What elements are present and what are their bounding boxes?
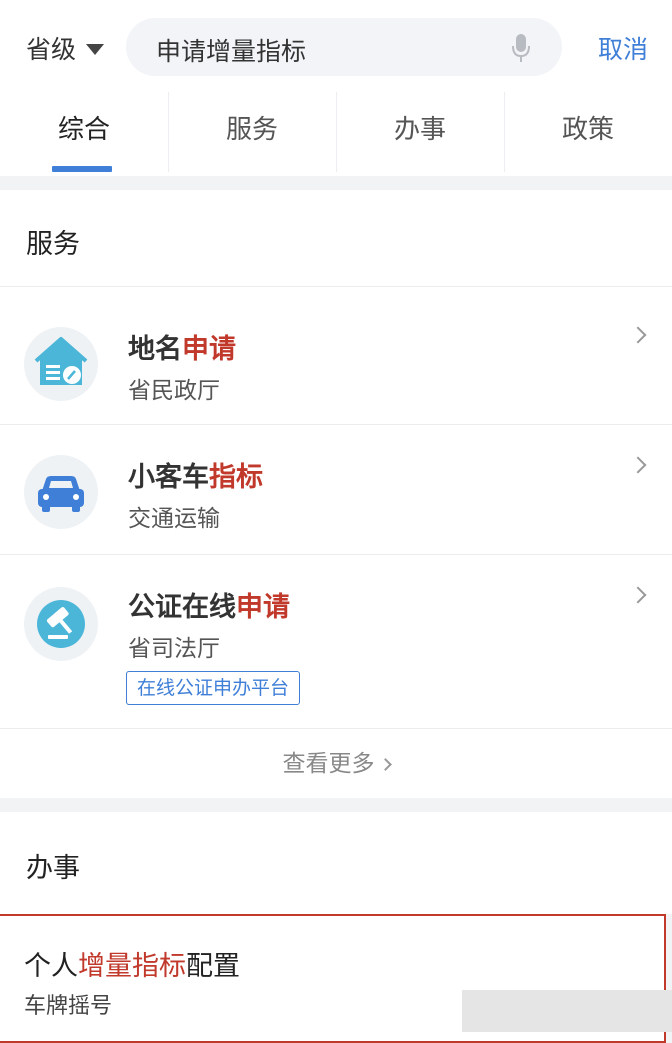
platform-tag[interactable]: 在线公证申办平台 [126, 671, 301, 705]
affairs-section-header: 办事 [0, 812, 672, 914]
service-title: 地名申请 [128, 334, 236, 365]
affair-subtitle: 车牌摇号 [24, 994, 113, 1019]
category-tabs: 综合 服务 办事 政策 [0, 88, 672, 176]
search-input[interactable]: 申请增量指标 [156, 32, 306, 68]
section-title: 服务 [26, 229, 80, 260]
level-label: 省级 [26, 35, 77, 64]
tab-policy[interactable]: 政策 [504, 88, 672, 176]
service-department: 交通运输 [128, 506, 220, 532]
cancel-button[interactable]: 取消 [598, 30, 648, 66]
level-selector[interactable]: 省级 [26, 28, 105, 68]
microphone-icon[interactable] [510, 32, 532, 64]
service-title: 小客车指标 [128, 462, 263, 493]
service-title: 公证在线申请 [128, 592, 290, 623]
chevron-right-icon [629, 326, 647, 344]
section-title: 办事 [26, 853, 80, 884]
service-item[interactable]: 小客车指标 交通运输 [0, 424, 672, 554]
tab-affairs[interactable]: 办事 [336, 88, 504, 176]
tab-label: 政策 [561, 115, 614, 145]
chevron-right-icon [629, 456, 647, 474]
caret-down-icon [86, 43, 105, 55]
tab-label: 服务 [225, 115, 278, 145]
search-box[interactable]: 申请增量指标 [126, 18, 562, 76]
search-header: 省级 申请增量指标 取消 [0, 0, 672, 88]
chevron-right-icon [378, 758, 392, 771]
house-edit-icon [24, 327, 98, 401]
tab-label: 综合 [57, 115, 110, 145]
tab-services[interactable]: 服务 [168, 88, 336, 176]
gavel-icon [24, 587, 98, 661]
service-item[interactable]: 公证在线申请 省司法厅 在线公证申办平台 [0, 554, 672, 728]
active-tab-indicator [52, 166, 112, 172]
affair-title: 个人增量指标配置 [24, 951, 240, 982]
service-item[interactable]: 地名申请 省民政厅 [0, 286, 672, 424]
tab-comprehensive[interactable]: 综合 [0, 88, 168, 176]
service-department: 省民政厅 [128, 378, 220, 404]
see-more-button[interactable]: 查看更多 [0, 728, 672, 798]
watermark-overlay [462, 990, 672, 1032]
see-more-label: 查看更多 [282, 751, 375, 777]
car-icon [24, 455, 98, 529]
chevron-right-icon [629, 586, 647, 604]
services-section-header: 服务 [0, 190, 672, 286]
service-department: 省司法厅 [128, 636, 220, 662]
tab-label: 办事 [393, 115, 446, 145]
